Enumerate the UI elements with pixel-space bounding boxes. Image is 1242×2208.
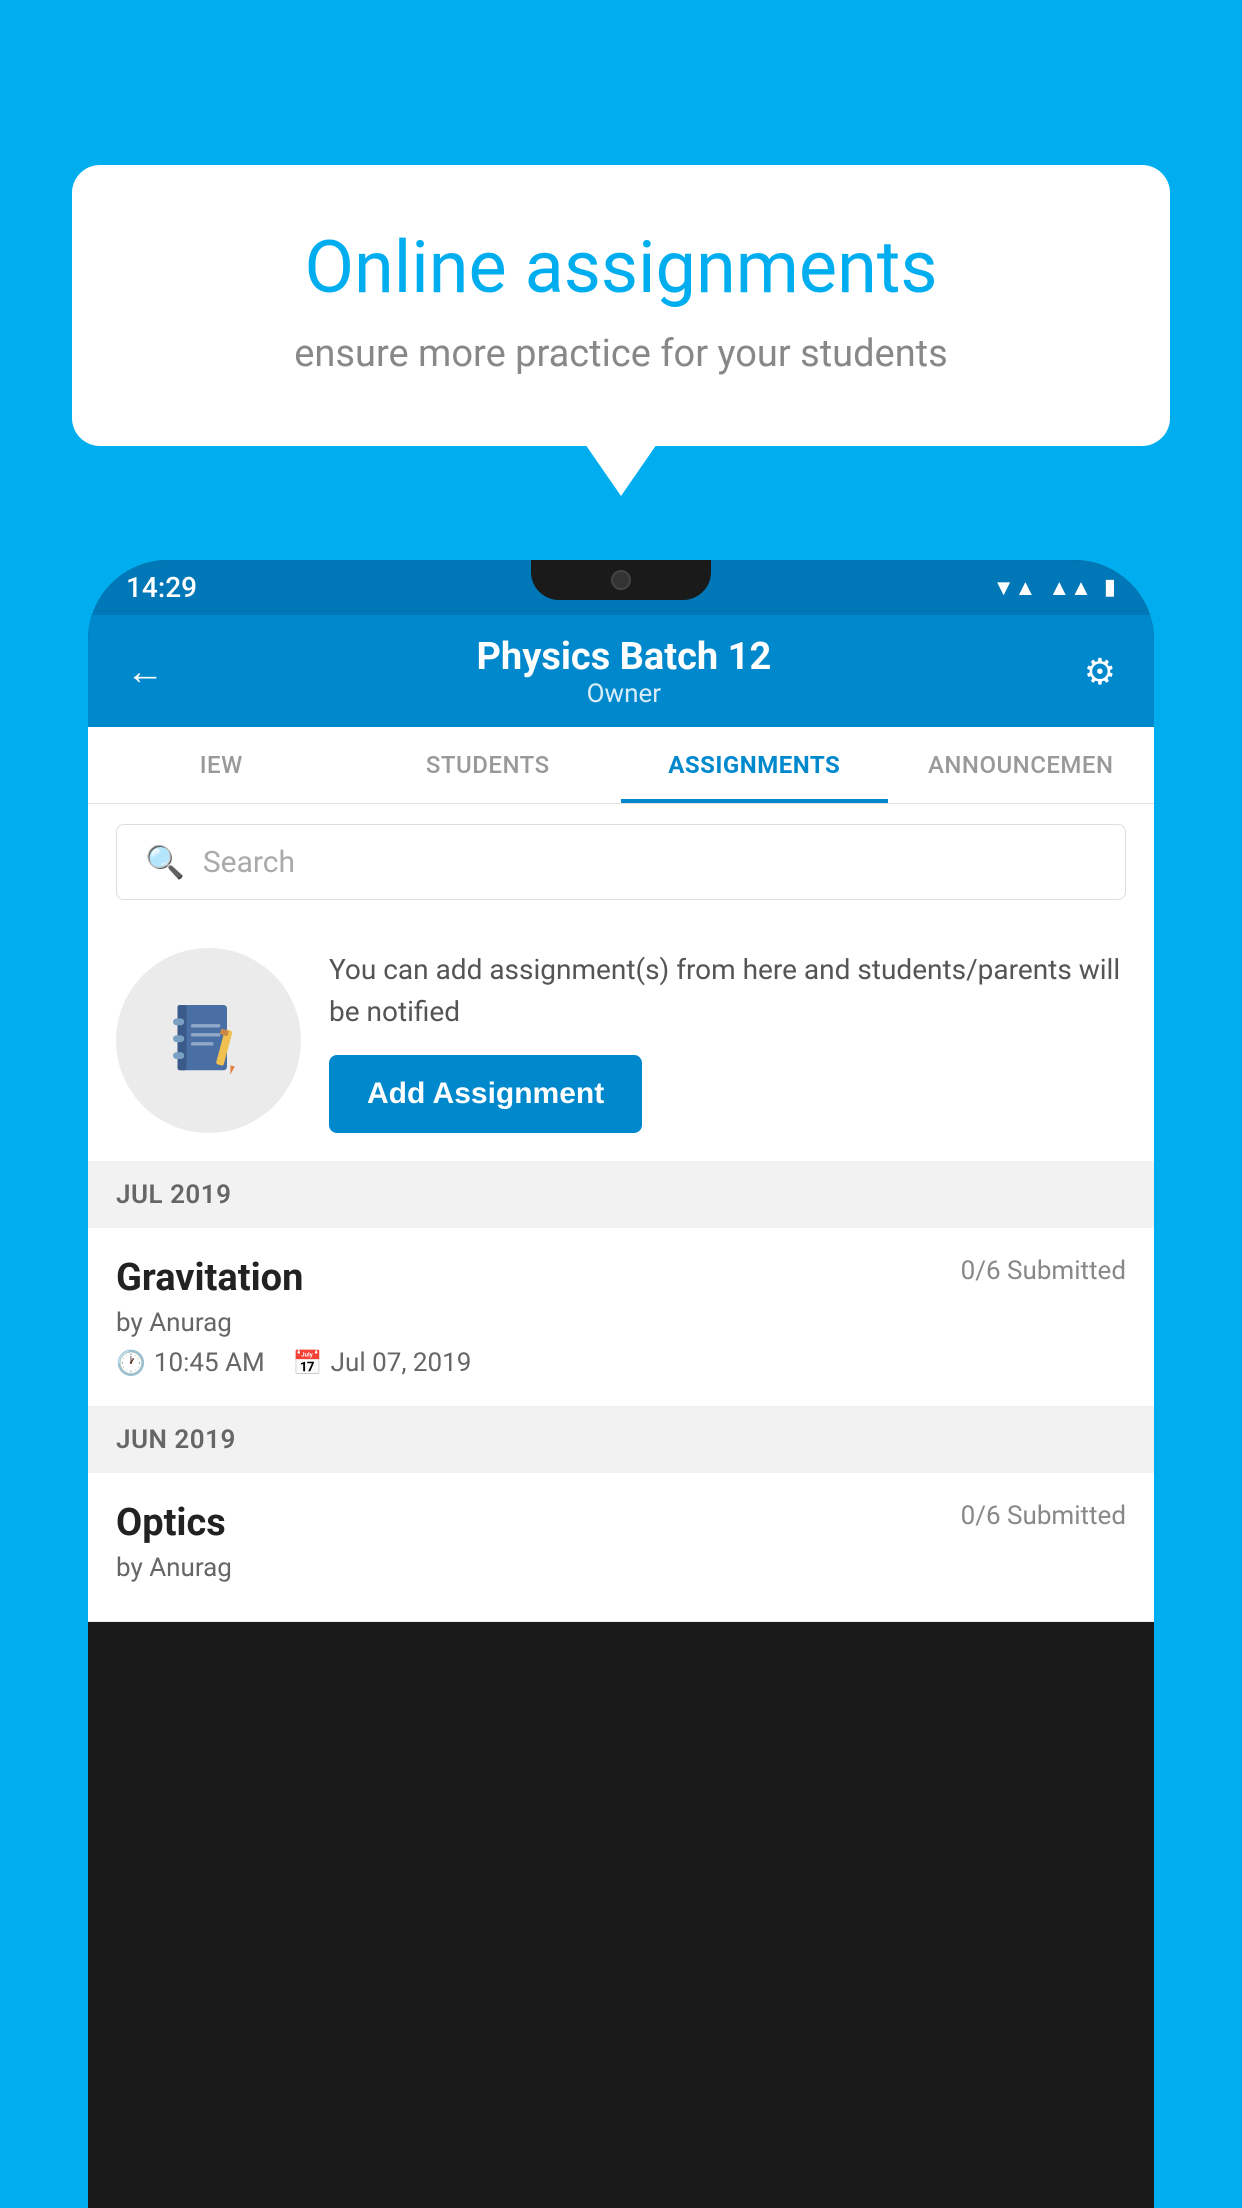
section-header-jul: JUL 2019	[88, 1162, 1154, 1228]
assignment-submitted: 0/6 Submitted	[961, 1256, 1126, 1286]
assignment-row-top-optics: Optics 0/6 Submitted	[116, 1501, 1126, 1545]
assignment-promo-section: You can add assignment(s) from here and …	[88, 920, 1154, 1162]
promo-subtitle: ensure more practice for your students	[142, 332, 1100, 376]
header-title-block: Physics Batch 12 Owner	[476, 635, 771, 709]
phone-camera	[611, 570, 631, 590]
assignment-row-top: Gravitation 0/6 Submitted	[116, 1256, 1126, 1300]
promo-card: Online assignments ensure more practice …	[72, 165, 1170, 446]
header-subtitle: Owner	[476, 679, 771, 709]
header-title: Physics Batch 12	[476, 635, 771, 679]
assignment-time: 🕐 10:45 AM	[116, 1348, 265, 1378]
wifi-icon: ▼▲	[993, 575, 1037, 601]
battery-icon: ▮	[1104, 575, 1116, 600]
promo-icon-circle	[116, 948, 301, 1133]
back-button[interactable]: ←	[126, 650, 164, 694]
assignment-submitted-optics: 0/6 Submitted	[961, 1501, 1126, 1531]
promo-title: Online assignments	[142, 225, 1100, 310]
assignment-time-value: 10:45 AM	[154, 1348, 265, 1378]
assignment-item-optics[interactable]: Optics 0/6 Submitted by Anurag	[88, 1473, 1154, 1622]
signal-icon: ▲▲	[1048, 575, 1092, 601]
assignment-author-optics: by Anurag	[116, 1553, 1126, 1583]
tab-announcements[interactable]: ANNOUNCEMEN	[888, 727, 1155, 803]
add-assignment-button[interactable]: Add Assignment	[329, 1055, 642, 1133]
phone-frame: 14:29 ▼▲ ▲▲ ▮ ← Physics Batch 12 Owner ⚙…	[88, 560, 1154, 2208]
tab-bar: IEW STUDENTS ASSIGNMENTS ANNOUNCEMEN	[88, 727, 1154, 804]
search-placeholder: Search	[203, 845, 295, 880]
promo-description: You can add assignment(s) from here and …	[329, 949, 1126, 1033]
assignment-name-optics: Optics	[116, 1501, 226, 1545]
section-header-jun: JUN 2019	[88, 1407, 1154, 1473]
phone-notch	[531, 560, 711, 600]
search-icon: 🔍	[145, 843, 185, 881]
search-bar[interactable]: 🔍 Search	[116, 824, 1126, 900]
assignment-author: by Anurag	[116, 1308, 1126, 1338]
calendar-icon: 📅	[293, 1349, 323, 1377]
clock-icon: 🕐	[116, 1349, 146, 1377]
tab-students[interactable]: STUDENTS	[355, 727, 622, 803]
tab-assignments[interactable]: ASSIGNMENTS	[621, 727, 888, 803]
promo-text-block: You can add assignment(s) from here and …	[329, 949, 1126, 1133]
assignment-name: Gravitation	[116, 1256, 303, 1300]
notebook-icon	[164, 996, 254, 1086]
screen-content: 🔍 Search	[88, 804, 1154, 1622]
status-time: 14:29	[126, 571, 197, 604]
assignment-date: 📅 Jul 07, 2019	[293, 1348, 472, 1378]
app-header: ← Physics Batch 12 Owner ⚙	[88, 615, 1154, 727]
search-container: 🔍 Search	[88, 804, 1154, 920]
assignment-meta: 🕐 10:45 AM 📅 Jul 07, 2019	[116, 1348, 1126, 1378]
assignment-date-value: Jul 07, 2019	[331, 1348, 472, 1378]
settings-button[interactable]: ⚙	[1084, 651, 1116, 693]
assignment-item-gravitation[interactable]: Gravitation 0/6 Submitted by Anurag 🕐 10…	[88, 1228, 1154, 1407]
status-icons: ▼▲ ▲▲ ▮	[993, 575, 1116, 601]
tab-iew[interactable]: IEW	[88, 727, 355, 803]
